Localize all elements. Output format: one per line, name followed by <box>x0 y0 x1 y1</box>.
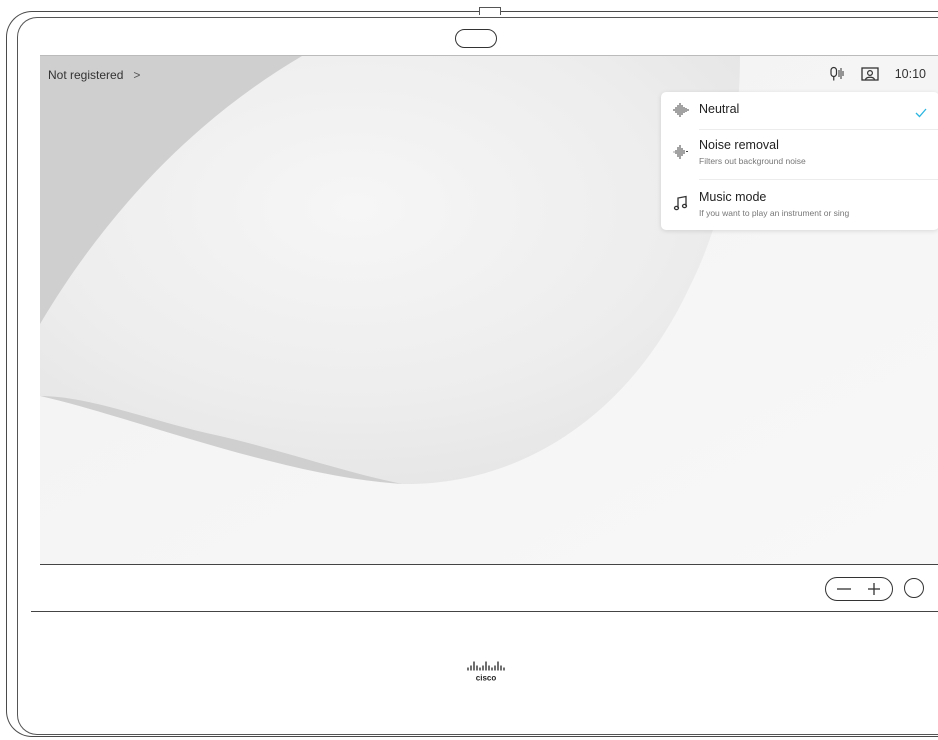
plus-icon <box>868 583 880 595</box>
option-title: Neutral <box>699 102 740 116</box>
audio-mode-menu: Neutral Noise removal Filters out backgr… <box>661 92 938 230</box>
option-title: Noise removal <box>699 138 779 152</box>
music-note-icon <box>673 195 689 216</box>
waveform-filtered-icon <box>673 144 689 165</box>
option-title: Music mode <box>699 190 767 204</box>
menu-option-music-mode[interactable]: Music mode If you want to play an instru… <box>661 180 938 230</box>
option-subtitle: If you want to play an instrument or sin… <box>699 208 850 218</box>
menu-option-neutral[interactable]: Neutral <box>661 92 938 128</box>
status-bar-right: 10:10 <box>829 66 926 82</box>
volume-up-button[interactable] <box>859 578 889 600</box>
microphone-noise-icon[interactable] <box>829 66 845 82</box>
option-subtitle: Filters out background noise <box>699 156 806 166</box>
registration-label: Not registered <box>48 68 124 82</box>
device-top-tab <box>479 7 501 15</box>
camera-icon <box>455 29 497 48</box>
touch-screen: Not registered > 10:10 Neutral Noise rem… <box>40 55 938 565</box>
brand-wordmark: cisco <box>476 674 497 683</box>
volume-rocker <box>825 577 893 601</box>
menu-option-noise-removal[interactable]: Noise removal Filters out background noi… <box>661 130 938 180</box>
waveform-icon <box>673 102 689 123</box>
self-view-icon[interactable] <box>861 67 879 81</box>
clock-time: 10:10 <box>894 67 926 81</box>
volume-down-button[interactable] <box>829 578 859 600</box>
chevron-right-icon: > <box>133 68 141 82</box>
minus-icon <box>837 588 851 590</box>
bezel-divider <box>31 611 938 612</box>
registration-status[interactable]: Not registered > <box>48 68 140 82</box>
proximity-sensor-icon <box>904 578 924 598</box>
checkmark-icon <box>915 105 927 123</box>
cisco-logo-icon: cisco <box>467 661 505 683</box>
